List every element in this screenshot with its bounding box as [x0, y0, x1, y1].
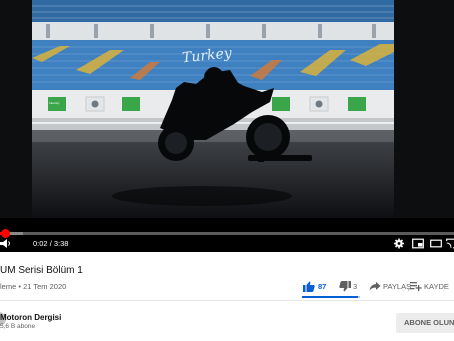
volume-icon[interactable]	[0, 238, 12, 249]
current-time: 0:02	[33, 239, 48, 248]
video-meta: leme • 21 Tem 2020	[0, 282, 66, 291]
sponsor-text: Intercity	[49, 101, 60, 105]
duration: 3:38	[53, 239, 69, 248]
video-title: UM Serisi Bölüm 1	[0, 265, 83, 276]
upload-date: 21 Tem 2020	[23, 282, 67, 291]
miniplayer-icon[interactable]	[412, 238, 424, 249]
save-playlist-icon	[410, 282, 422, 291]
share-icon	[369, 281, 381, 291]
like-ratio-fill	[302, 296, 359, 298]
video-player[interactable]: Turkey Intercity 0:02 / 3:38	[0, 0, 454, 252]
theater-mode-icon[interactable]	[430, 238, 442, 249]
subscriber-count: 5,6 B abone	[0, 323, 36, 330]
like-ratio-bar	[302, 296, 360, 298]
subscribe-label: ABONE OLUNDU	[404, 318, 454, 327]
progress-bar[interactable]	[0, 229, 454, 238]
thumbs-down-icon	[339, 281, 351, 292]
view-count: leme	[0, 282, 17, 291]
settings-gear-icon[interactable]	[393, 238, 405, 249]
dislike-count: 3	[353, 282, 358, 291]
save-label: KAYDE	[424, 282, 449, 291]
thumbs-up-icon	[303, 281, 315, 292]
like-count: 87	[318, 282, 327, 291]
section-divider	[0, 300, 454, 301]
progress-scrubber[interactable]	[0, 229, 10, 238]
share-label: PAYLAŞ	[383, 282, 412, 291]
subscribe-button[interactable]: ABONE OLUNDU	[396, 313, 454, 333]
save-button[interactable]: KAYDE	[410, 281, 454, 293]
video-frame[interactable]: Turkey Intercity	[0, 0, 454, 218]
time-display: 0:02 / 3:38	[33, 239, 68, 249]
cast-icon[interactable]	[446, 238, 454, 249]
channel-name[interactable]: Motoron Dergisi	[0, 313, 61, 322]
